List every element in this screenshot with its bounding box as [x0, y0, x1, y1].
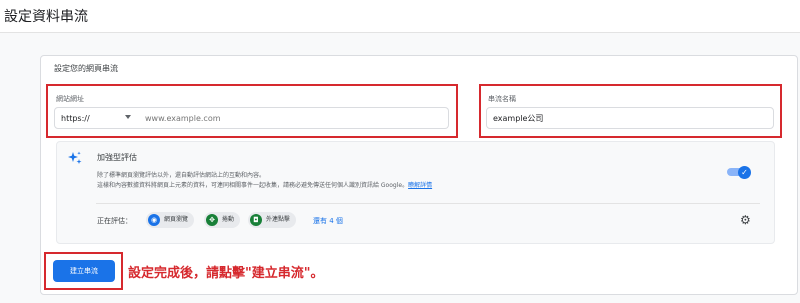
chip-outbound-clicks[interactable]: ◘ 外連點擊 — [248, 212, 297, 228]
enhanced-measurement-toggle[interactable]: ✓ — [727, 166, 751, 179]
chip-label: 網頁瀏覽 — [164, 216, 189, 223]
check-icon: ✓ — [738, 166, 751, 179]
enhanced-measurement-description: 除了標準網頁瀏覽評估以外，還自動評估網站上的互動和內容。 這樣和內容數據資料將網… — [97, 171, 677, 191]
create-stream-button[interactable]: 建立串流 — [53, 260, 115, 282]
chip-label: 捲動 — [222, 216, 235, 223]
page-title: 設定資料串流 — [4, 9, 88, 25]
description-line-1: 除了標準網頁瀏覽評估以外，還自動評估網站上的互動和內容。 — [97, 172, 266, 179]
measuring-label: 正在評估： — [97, 217, 132, 225]
learn-more-link[interactable]: 瞭解詳情 — [408, 182, 432, 189]
section-label: 設定您的網頁串流 — [54, 64, 118, 73]
scroll-icon: ✥ — [206, 214, 218, 226]
enhanced-divider — [96, 203, 760, 204]
chip-label: 外連點擊 — [266, 216, 291, 223]
enhanced-measurement-title: 加強型評估 — [97, 153, 137, 162]
description-line-2: 這樣和內容數據資料將網頁上元素的資料，可連同相關事件一起收集，請務必避免傳送任何… — [97, 182, 409, 189]
chip-scrolls[interactable]: ✥ 捲動 — [204, 212, 241, 228]
sparkle-icon — [68, 151, 82, 164]
chip-page-views[interactable]: ◉ 網頁瀏覽 — [146, 212, 195, 228]
more-events-link[interactable]: 還有 4 個 — [313, 216, 343, 226]
gear-icon[interactable]: ⚙ — [740, 214, 751, 226]
enhanced-measurement-panel — [56, 141, 775, 244]
stream-name-highlight-box — [479, 84, 782, 138]
eye-icon: ◉ — [148, 214, 160, 226]
lock-icon: ◘ — [250, 214, 262, 226]
url-highlight-box — [46, 84, 458, 138]
instruction-annotation: 設定完成後，請點擊"建立串流"。 — [128, 266, 324, 281]
